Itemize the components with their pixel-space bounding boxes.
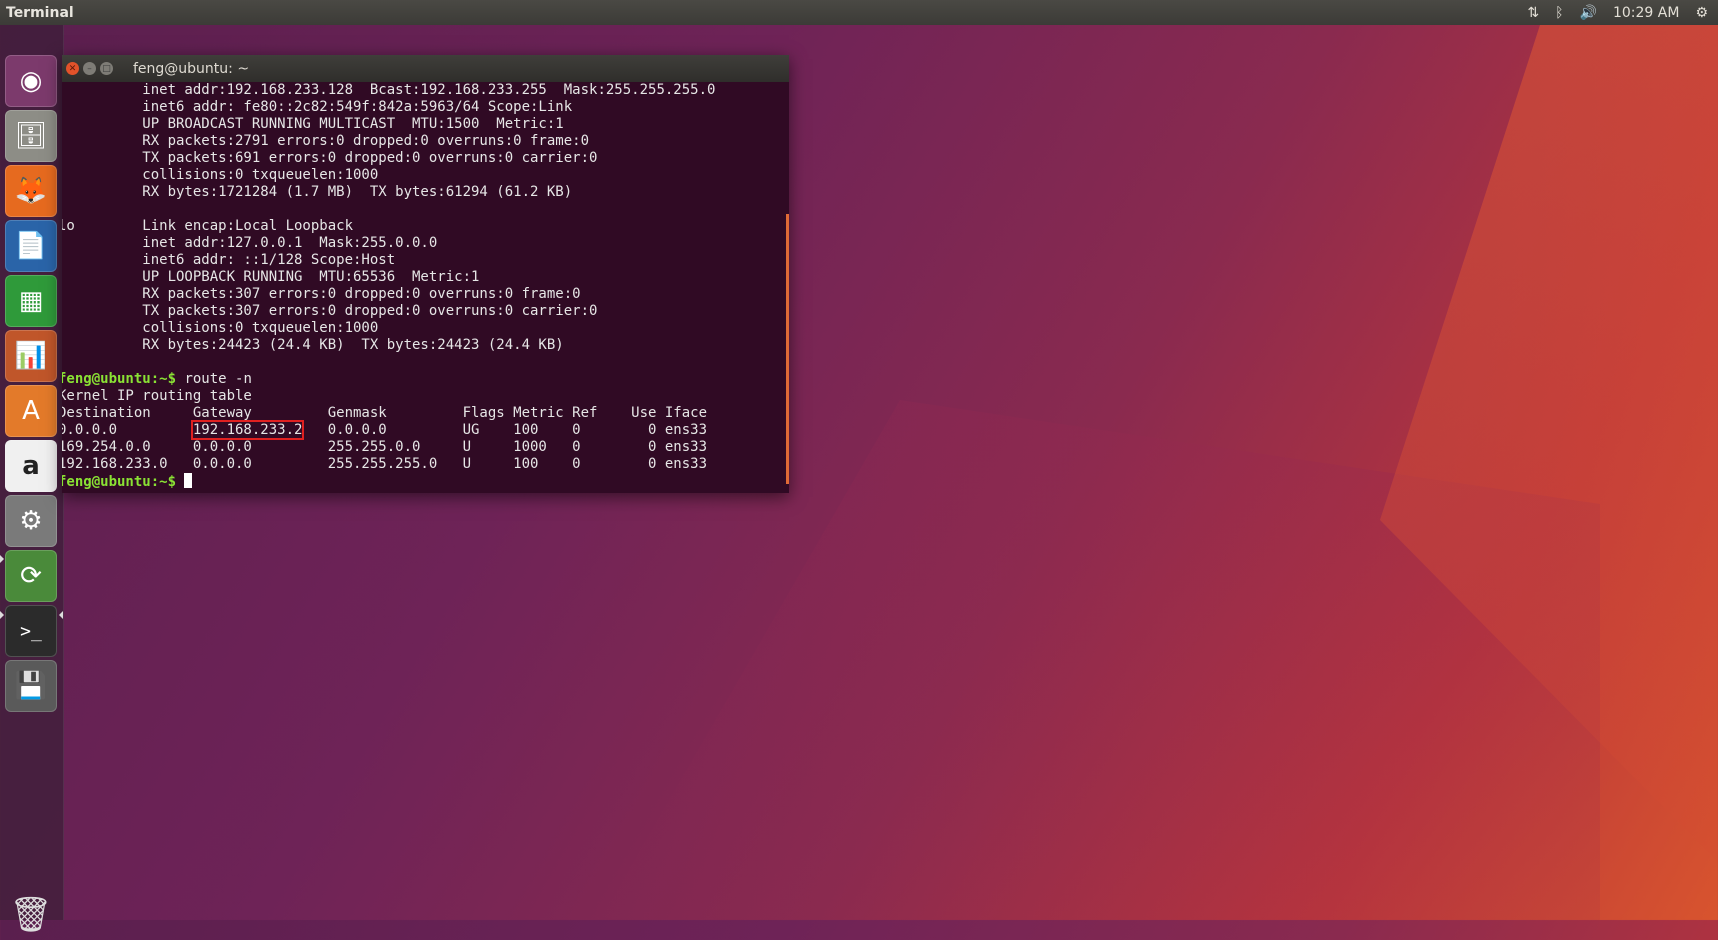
amazon-icon: a (22, 451, 40, 481)
floppy-disk-icon: 💾 (14, 671, 48, 701)
scrollbar[interactable] (786, 214, 789, 484)
spreadsheet-icon: ▦ (18, 286, 44, 316)
presentation-icon: 📊 (14, 341, 48, 371)
clock[interactable]: 10:29 AM (1613, 5, 1679, 21)
output-line: UP BROADCAST RUNNING MULTICAST MTU:1500 … (142, 116, 564, 132)
terminal-window[interactable]: ✕ – □ feng@ubuntu: ~ inet addr:192.168.2… (62, 55, 789, 493)
firefox-icon: 🦊 (14, 176, 48, 206)
table-title: Kernel IP routing table (62, 388, 252, 404)
prompt: feng@ubuntu:~$ (62, 371, 177, 387)
launcher-item-settings[interactable]: ⚙ (5, 495, 57, 547)
launcher-item-terminal[interactable]: >_ (5, 605, 57, 657)
output-line: RX packets:307 errors:0 dropped:0 overru… (142, 286, 581, 302)
terminal-icon: >_ (20, 620, 42, 642)
launcher-item-updater[interactable]: ⟳ (5, 550, 57, 602)
active-app-title: Terminal (6, 4, 74, 21)
launcher-item-files[interactable]: 🗄 (5, 110, 57, 162)
running-indicator (0, 555, 4, 563)
table-row: 169.254.0.0 0.0.0.0 255.255.0.0 U 1000 0… (62, 439, 708, 455)
window-title: feng@ubuntu: ~ (133, 60, 250, 77)
output-line: RX bytes:1721284 (1.7 MB) TX bytes:61294… (142, 184, 573, 200)
output-line: TX packets:307 errors:0 dropped:0 overru… (142, 303, 598, 319)
text-cursor (184, 473, 193, 488)
trash-icon[interactable]: 🗑 (8, 890, 54, 940)
table-header: Destination Gateway Genmask Flags Metric… (62, 405, 708, 421)
output-line: collisions:0 txqueuelen:1000 (142, 167, 379, 183)
bluetooth-icon[interactable]: ᛒ (1555, 5, 1563, 21)
shopping-bag-icon: A (22, 396, 40, 426)
launcher-item-firefox[interactable]: 🦊 (5, 165, 57, 217)
document-icon: 📄 (14, 231, 48, 261)
running-indicator (0, 611, 4, 619)
launcher-item-disk[interactable]: 💾 (5, 660, 57, 712)
output-line: RX bytes:24423 (24.4 KB) TX bytes:24423 … (142, 337, 564, 353)
highlighted-gateway: 192.168.233.2 (190, 420, 305, 440)
output-line: inet6 addr: ::1/128 Scope:Host (142, 252, 396, 268)
output-line: inet addr:192.168.233.128 Bcast:192.168.… (142, 82, 716, 98)
table-row: 192.168.233.0 0.0.0.0 255.255.255.0 U 10… (62, 456, 708, 472)
file-cabinet-icon: 🗄 (14, 121, 48, 151)
launcher-item-calc[interactable]: ▦ (5, 275, 57, 327)
network-icon[interactable]: ⇅ (1527, 5, 1539, 21)
table-row: 0.0.0.0 UG 100 0 0 ens33 (302, 422, 708, 438)
output-line: TX packets:691 errors:0 dropped:0 overru… (142, 150, 598, 166)
table-row: 0.0.0.0 (62, 422, 193, 438)
launcher-item-writer[interactable]: 📄 (5, 220, 57, 272)
window-titlebar[interactable]: ✕ – □ feng@ubuntu: ~ (62, 55, 789, 82)
output-line: inet addr:127.0.0.1 Mask:255.0.0.0 (142, 235, 438, 251)
command: route -n (176, 371, 252, 387)
gear-icon[interactable]: ⚙ (1695, 5, 1708, 21)
update-icon: ⟳ (20, 561, 42, 591)
launcher: 🗑 ◉ 🗄 🦊 📄 ▦ 📊 Aa ⚙ ⟳ >_ 💾 (0, 25, 64, 935)
output-line: collisions:0 txqueuelen:1000 (142, 320, 379, 336)
wrench-gear-icon: ⚙ (19, 506, 43, 536)
launcher-item-impress[interactable]: 📊 (5, 330, 57, 382)
output-line: inet6 addr: fe80::2c82:549f:842a:5963/64… (142, 99, 573, 115)
output-line: UP LOOPBACK RUNNING MTU:65536 Metric:1 (142, 269, 480, 285)
launcher-item-ubuntu-dash[interactable]: ◉ (5, 55, 57, 107)
prompt: feng@ubuntu:~$ (62, 474, 177, 490)
terminal-output: inet addr:192.168.233.128 Bcast:192.168.… (62, 82, 715, 491)
running-indicator (59, 611, 63, 619)
terminal-body[interactable]: inet addr:192.168.233.128 Bcast:192.168.… (62, 82, 789, 493)
minimize-icon[interactable]: – (83, 62, 96, 75)
output-line: lo Link encap:Local Loopback (62, 218, 354, 234)
top-panel: Terminal ⇅ ᛒ 🔊 10:29 AM ⚙ (0, 0, 1718, 25)
indicator-area: ⇅ ᛒ 🔊 10:29 AM ⚙ (1527, 5, 1708, 21)
launcher-item-amazon[interactable]: a (5, 440, 57, 492)
close-icon[interactable]: ✕ (66, 62, 79, 75)
maximize-icon[interactable]: □ (100, 62, 113, 75)
ifconfig-output: inet addr:192.168.233.128 Bcast:192.168.… (62, 82, 715, 353)
output-line: RX packets:2791 errors:0 dropped:0 overr… (142, 133, 590, 149)
launcher-item-software-center[interactable]: A (5, 385, 57, 437)
ubuntu-logo-icon: ◉ (19, 66, 43, 96)
volume-icon[interactable]: 🔊 (1580, 5, 1597, 21)
